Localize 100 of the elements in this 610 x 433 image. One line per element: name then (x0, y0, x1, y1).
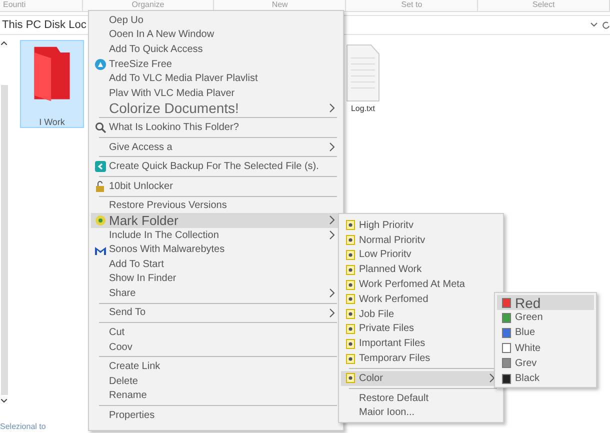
menu-label: Work Perfomed (359, 294, 430, 305)
folder-tag-icon (346, 354, 354, 364)
menu-label: Work Perfomed At Meta (359, 279, 466, 290)
menu-label: 10bit Unlocker (109, 180, 174, 192)
search-icon (94, 122, 106, 133)
status-text: Selezional to (0, 422, 46, 431)
folder-tag-icon (346, 235, 354, 246)
menu-item[interactable]: Colorize Documents! (91, 100, 341, 116)
menu-item[interactable]: Oep Uo (91, 13, 341, 28)
menu-label: Temporarv Files (359, 353, 432, 364)
menu-item[interactable]: Cut (91, 325, 341, 340)
menu-label: Low Prioritv (359, 249, 412, 260)
menu-label: Show In Finder (109, 273, 178, 284)
chevron-right-icon (329, 142, 335, 152)
menu-label: Oep Uo (109, 14, 144, 26)
menu-item[interactable]: 10bit Unlocker (91, 178, 341, 194)
menu-item[interactable]: Maior Ioon... (341, 406, 501, 420)
folder-tag-icon (346, 294, 354, 304)
menu-item[interactable]: Coov (91, 340, 341, 354)
menu-item[interactable]: Rename (91, 388, 341, 404)
menu-item[interactable]: Normal Prioritv (341, 232, 501, 248)
menu-item[interactable]: Add To VLC Media Plaver Plavlist (91, 71, 341, 86)
menu-item[interactable]: Red (497, 295, 594, 310)
folder-tag-icon (346, 373, 354, 384)
menu-item[interactable]: High Prioritv (341, 218, 501, 233)
menu-item[interactable]: Send To (91, 306, 341, 320)
chevron-right-icon (329, 102, 335, 113)
chevron-right-icon (329, 288, 335, 298)
menu-item[interactable]: Properties (91, 408, 341, 423)
menu-item[interactable]: Mark Folder (91, 213, 341, 228)
menu-label: Restore Previous Versions (109, 200, 228, 212)
menu-label: Normal Prioritv (359, 234, 426, 246)
padlock-icon (94, 180, 106, 192)
malware-icon (94, 244, 106, 255)
menu-label: Job File (359, 308, 396, 320)
scrollbar[interactable] (0, 85, 8, 395)
chevron-right-icon (489, 373, 495, 384)
menu-item[interactable]: Give Access a (91, 140, 341, 154)
menu-item[interactable]: TreeSize Free (91, 56, 341, 72)
folder-tag-icon (346, 338, 354, 349)
document-icon (346, 44, 380, 102)
menu-item[interactable]: Work Perfomed At Meta (341, 277, 501, 292)
chevron-right-icon (329, 215, 335, 226)
menu-label: Create Link (109, 361, 162, 372)
menu-label: Cut (109, 327, 126, 338)
folder-tag-icon (346, 280, 354, 290)
folder-tag-icon (346, 264, 354, 275)
menu-label: Give Access a (109, 142, 174, 153)
refresh-icon[interactable] (602, 20, 610, 30)
menu-item[interactable]: Add To Quick Access (91, 42, 341, 57)
menu-label: White (515, 342, 542, 354)
menu-label: Add To Start (109, 258, 165, 270)
menu-label: Maior Ioon... (359, 407, 416, 418)
menu-item[interactable]: Planned Work (341, 262, 501, 278)
menu-item[interactable]: Include In The Collection (91, 228, 341, 242)
menu-label: Add To Quick Access (109, 44, 204, 55)
folder-tag-icon (346, 250, 354, 260)
menu-item[interactable]: Low Prioritv (341, 248, 501, 262)
menu-label: Blue (515, 327, 536, 338)
menu-label: Include In The Collection (109, 230, 220, 241)
menu-label: Create Quick Backup For The Selected File (s). (109, 161, 320, 172)
menu-label: Color (359, 372, 384, 384)
menu-label: TreeSize Free (109, 58, 173, 70)
menu-label: Add To VLC Media Plaver Plavlist (109, 73, 259, 84)
folder-tag-icon (346, 220, 354, 230)
menu-item[interactable]: Create Quick Backup For The Selected File (s). (91, 159, 341, 174)
menu-label: High Prioritv (359, 220, 414, 231)
chevron-down-icon[interactable] (590, 22, 598, 28)
menu-item[interactable]: Create Link (91, 359, 341, 374)
menu-item[interactable]: Delete (91, 374, 341, 389)
caret-up-icon[interactable] (1, 41, 7, 45)
menu-item[interactable]: Share (91, 286, 341, 301)
menu-label: Private Files (359, 323, 416, 334)
menu-label: Delete (109, 376, 139, 387)
menu-item[interactable]: Ooen In A New Window (91, 28, 341, 42)
backup-icon (94, 161, 106, 172)
menu-item[interactable]: Restore Previous Versions (91, 198, 341, 214)
tag-icon (94, 214, 106, 226)
folder-tag-icon (346, 309, 354, 320)
menu-label: Restore Default (359, 392, 430, 404)
menu-label: Coov (109, 342, 134, 353)
menu-label: Share (109, 288, 137, 299)
menu-label: Sonos With Malwarebytes (109, 244, 226, 256)
menu-item[interactable]: Show In Finder (91, 272, 341, 286)
address-text: This PC Disk Loc (2, 19, 86, 31)
menu-item[interactable]: Add To Start (91, 256, 341, 272)
file-item[interactable]: I Work (20, 40, 84, 128)
menu-label: Colorize Documents! (109, 100, 240, 116)
menu-label: Green (515, 312, 544, 324)
file-item[interactable]: Log.txt (346, 40, 380, 113)
caret-down-icon[interactable] (1, 399, 7, 403)
menu-label: Mark Folder (109, 212, 180, 228)
chevron-right-icon (329, 308, 335, 318)
chevron-right-icon (329, 230, 335, 240)
menu-item[interactable]: What Is Lookino This Folder? (91, 120, 341, 135)
menu-item[interactable]: Restore Default (341, 390, 501, 406)
menu-label: Plav With VLC Media Plaver (109, 88, 236, 99)
menu-item[interactable]: Sonos With Malwarebytes (91, 242, 341, 257)
folder-icon (31, 45, 73, 103)
menu-item[interactable]: Plav With VLC Media Plaver (91, 86, 341, 101)
